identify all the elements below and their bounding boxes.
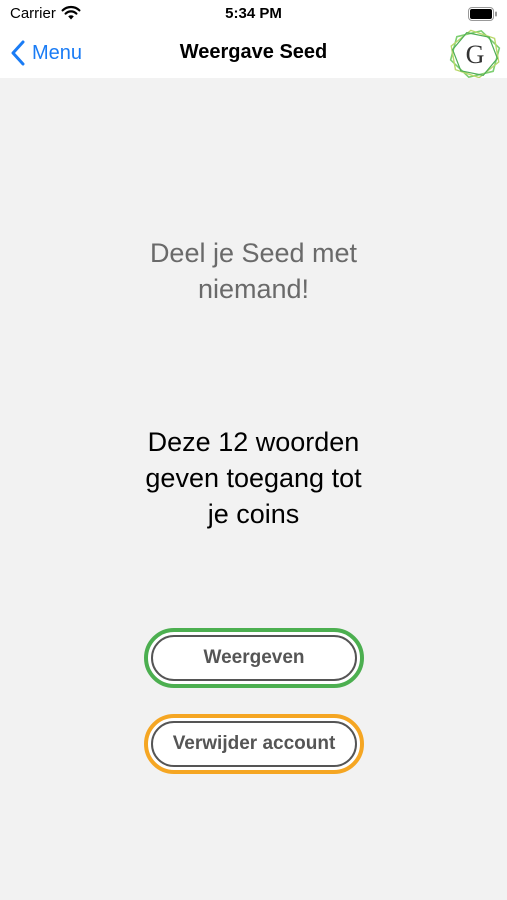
screen: Carrier 5:34 PM Menu Weergave Seed G Dee… (0, 0, 507, 900)
delete-account-label: Verwijder account (172, 733, 336, 754)
seed-info-text: Deze 12 woorden geven toegang tot je coi… (145, 427, 362, 529)
show-seed-button[interactable]: Weergeven (144, 628, 364, 688)
battery-icon (468, 7, 497, 21)
seed-warning-text: Deel je Seed met niemand! (149, 238, 358, 304)
show-seed-label: Weergeven (203, 647, 305, 668)
navigation-bar: Menu Weergave Seed G (0, 28, 507, 78)
status-time: 5:34 PM (225, 5, 282, 22)
delete-account-button[interactable]: Verwijder account (144, 714, 364, 774)
logo-letter: G (466, 40, 485, 69)
status-bar: Carrier 5:34 PM (0, 0, 507, 28)
page-title: Weergave Seed (179, 41, 328, 63)
app-logo: G (449, 29, 501, 78)
